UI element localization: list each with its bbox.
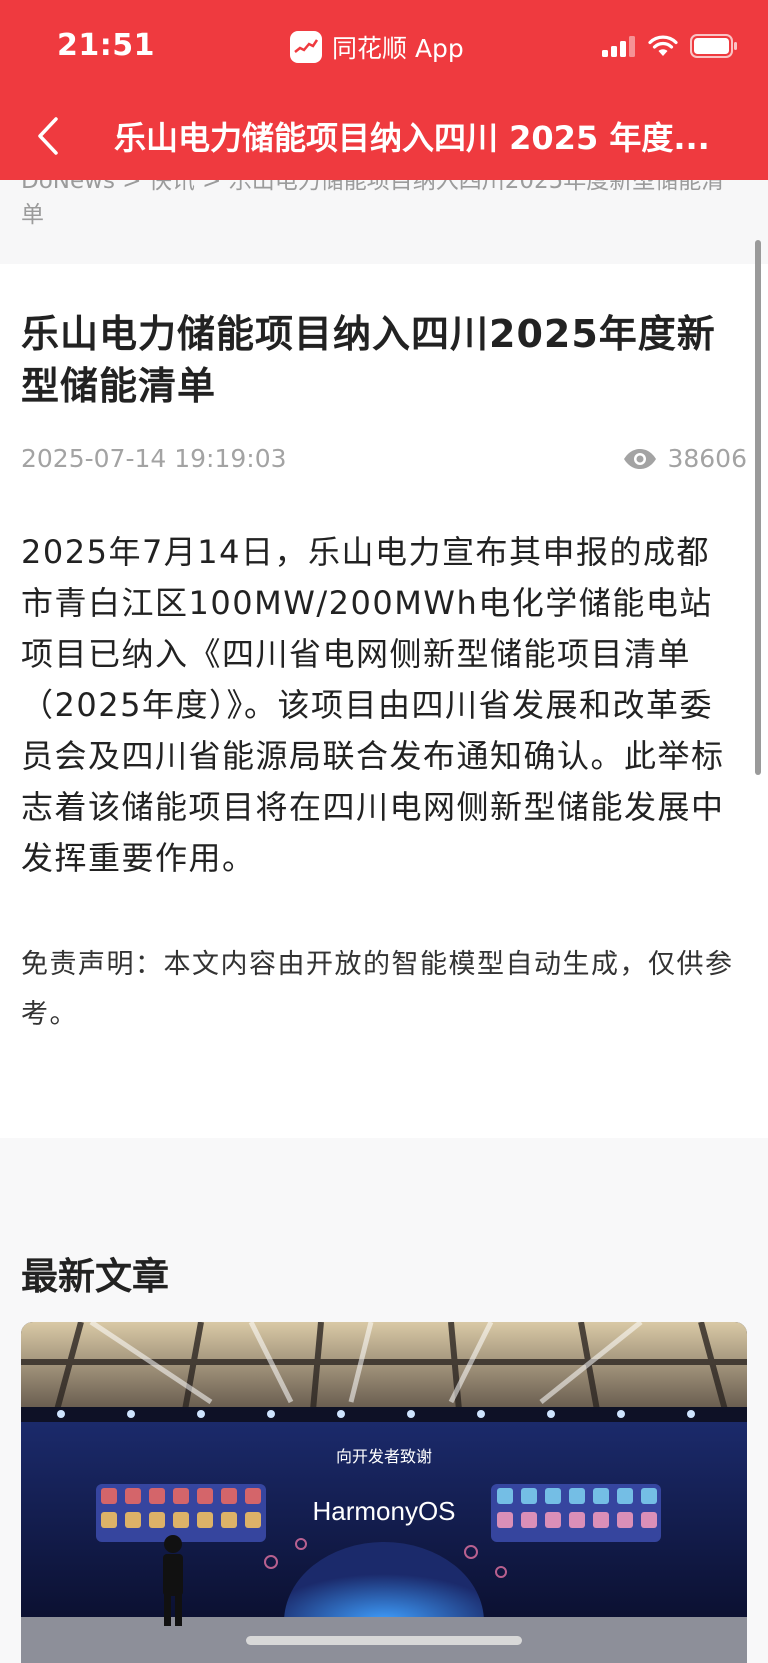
app-logo-icon [290,31,322,63]
signal-icon [602,36,635,57]
status-time: 21:51 [57,28,155,63]
latest-article-card[interactable]: 向开发者致谢 HarmonyOS [21,1322,747,1663]
article-title: 乐山电力储能项目纳入四川2025年度新型储能清单 [21,312,716,408]
card-brand-text: HarmonyOS [312,1496,455,1526]
top-bar: 21:51 同花顺 App 乐山电力储能项目纳入四川 2025 年度... [0,0,768,180]
navigation-bar: 乐山电力储能项目纳入四川 2025 年度... [0,95,768,180]
status-indicators [602,34,738,58]
view-count-value: 38606 [667,444,747,473]
view-count: 38606 [623,444,747,473]
back-to-app[interactable]: 同花顺 App [290,30,464,64]
status-bar: 21:51 同花顺 App [0,0,768,95]
breadcrumb[interactable]: DoNews > 快讯 > 乐山电力储能项目纳入四川2025年度新型储能清单 [21,180,747,232]
publish-date: 2025-07-14 19:19:03 [21,444,287,473]
article-thumbnail-image: 向开发者致谢 HarmonyOS [21,1322,747,1663]
article-body: 2025年7月14日，乐山电力宣布其申报的成都市青白江区100MW/200MWh… [21,533,725,877]
latest-section-title: 最新文章 [21,1255,169,1298]
back-arrow-icon[interactable] [30,113,70,159]
home-indicator[interactable] [246,1636,522,1645]
article-meta: 2025-07-14 19:19:03 38606 [21,444,747,478]
scrollbar[interactable] [755,240,761,775]
battery-icon [690,34,737,58]
disclaimer: 免责声明：本文内容由开放的智能模型自动生成，仅供参考。 [21,949,734,1030]
card-banner-text: 向开发者致谢 [336,1447,432,1466]
wifi-icon [648,35,678,56]
app-name: 同花顺 App [332,34,464,63]
eye-icon [624,448,657,469]
breadcrumb-bar: DoNews > 快讯 > 乐山电力储能项目纳入四川2025年度新型储能清单 [0,180,768,264]
nav-title: 乐山电力储能项目纳入四川 2025 年度... [114,119,710,157]
